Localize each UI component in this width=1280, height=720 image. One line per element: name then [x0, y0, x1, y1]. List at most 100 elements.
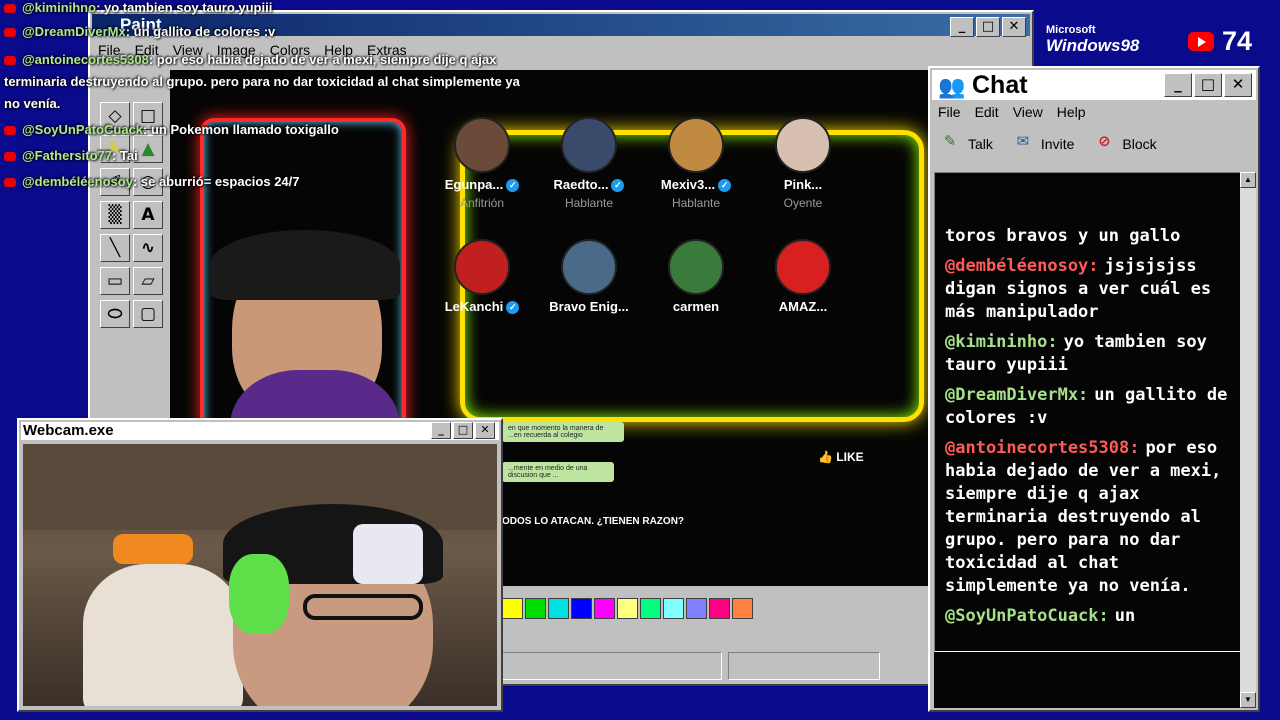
participant-card[interactable]: AMAZ... — [753, 239, 853, 314]
menu-file[interactable]: File — [938, 104, 961, 120]
verified-icon: ✓ — [506, 301, 520, 315]
polygon-icon[interactable]: ▱ — [133, 267, 163, 295]
overlay-username: @antoinecortes5308 — [22, 52, 149, 67]
chat-text: por eso habia dejado de ver a mexi, siem… — [945, 438, 1222, 596]
participant-card[interactable]: Raedto... ✓ Hablante — [539, 117, 639, 210]
menu-help[interactable]: Help — [1057, 104, 1086, 120]
curve-icon[interactable]: ∿ — [133, 234, 163, 262]
chat-toolbar: ✎ Talk ✉ Invite ⊘ Block — [938, 132, 1157, 156]
talk-label: Talk — [968, 136, 993, 152]
chair — [83, 564, 243, 706]
participant-card[interactable]: Egunpa... ✓ Anfitrión — [432, 117, 532, 210]
verified-icon: ✓ — [506, 179, 520, 193]
brand-line2: Windows98 — [1046, 36, 1140, 55]
color-swatch[interactable] — [548, 598, 569, 619]
chat-scrollbar[interactable]: ▲ ▼ — [1240, 172, 1256, 708]
block-icon: ⊘ — [1098, 132, 1111, 150]
close-button[interactable]: ✕ — [475, 422, 495, 439]
chat-message: @SoyUnPatoCuack: un — [945, 605, 1235, 628]
rectangle-icon[interactable]: ▭ — [100, 267, 130, 295]
scroll-up-icon[interactable]: ▲ — [1240, 172, 1256, 188]
line-icon[interactable]: ╲ — [100, 234, 130, 262]
maximize-button[interactable]: □ — [453, 422, 473, 439]
overlay-message: terminaria destruyendo al grupo. pero pa… — [4, 74, 520, 89]
youtube-icon — [1188, 32, 1214, 51]
chat-input[interactable] — [934, 652, 1240, 708]
youtube-icon — [4, 4, 16, 14]
participant-name: AMAZ... — [778, 299, 828, 314]
chat-text: un — [1114, 606, 1136, 626]
video-streamer-headphones — [210, 230, 400, 300]
glasses — [303, 594, 423, 620]
verified-icon: ✓ — [718, 179, 732, 193]
overlay-message: : se aburrió= espacios 24/7 — [132, 174, 300, 189]
youtube-icon — [4, 178, 16, 188]
color-swatch[interactable] — [732, 598, 753, 619]
pencil-icon[interactable]: ▒ — [100, 201, 130, 229]
avatar — [561, 239, 617, 295]
overlay-message: : yo tambien soy tauro yupiii — [96, 0, 273, 15]
color-swatch[interactable] — [594, 598, 615, 619]
color-swatch[interactable] — [617, 598, 638, 619]
like-button[interactable]: 👍 LIKE — [818, 450, 864, 464]
color-swatch[interactable] — [640, 598, 661, 619]
minimize-button[interactable]: _ — [1164, 73, 1192, 97]
menu-edit[interactable]: Edit — [975, 104, 999, 120]
status-panel — [728, 652, 880, 680]
flowers — [113, 534, 193, 564]
text-icon[interactable]: A — [133, 201, 163, 229]
color-swatch[interactable] — [502, 598, 523, 619]
overlay-username: @DreamDiverMx — [22, 24, 126, 39]
participant-card[interactable]: carmen — [646, 239, 746, 314]
overlay-username: @Fathersito77 — [22, 148, 112, 163]
scroll-down-icon[interactable]: ▼ — [1240, 692, 1256, 708]
minimize-button[interactable]: _ — [431, 422, 451, 439]
color-palette — [502, 598, 753, 619]
maximize-button[interactable]: □ — [976, 17, 1000, 37]
webcam-window: Webcam.exe _ □ ✕ — [17, 418, 503, 712]
chat-username: @kimininho: — [945, 332, 1058, 352]
invite-label: Invite — [1040, 136, 1075, 152]
participant-role: Oyente — [783, 196, 823, 210]
participant-card[interactable]: LeKanchi ✓ — [432, 239, 532, 315]
video-chat-bubble: ...mente en medio de una discusion que .… — [502, 462, 614, 482]
windows98-logo: Microsoft Windows98 — [1046, 22, 1139, 54]
close-button[interactable]: ✕ — [1224, 73, 1252, 97]
avatar — [775, 117, 831, 173]
minimize-button[interactable]: _ — [950, 17, 974, 37]
block-button[interactable]: ⊘ Block — [1092, 132, 1157, 156]
talk-button[interactable]: ✎ Talk — [938, 132, 993, 156]
webcam-titlebar[interactable]: Webcam.exe _ □ ✕ — [21, 422, 499, 440]
video-caption: ODOS LO ATACAN. ¿TIENEN RAZON? — [502, 516, 685, 527]
participant-card[interactable]: Pink... Oyente — [753, 117, 853, 210]
like-label: LIKE — [836, 450, 864, 464]
chat-title: Chat — [972, 71, 1028, 99]
color-swatch[interactable] — [709, 598, 730, 619]
participant-name: Mexiv3... — [660, 177, 716, 192]
chat-titlebar[interactable]: 👥 Chat _ □ ✕ — [932, 70, 1256, 100]
maximize-button[interactable]: □ — [1194, 73, 1222, 97]
color-swatch[interactable] — [571, 598, 592, 619]
overlay-message: : un gallito de colores :v — [125, 24, 276, 39]
chat-message: @antoinecortes5308: por eso habia dejado … — [945, 437, 1235, 598]
chat-username: @antoinecortes5308: — [945, 438, 1140, 458]
overlay-chat-line: @kiminihno: yo tambien soy tauro yupiii — [4, 0, 272, 15]
youtube-icon — [4, 152, 16, 162]
ellipse-icon[interactable]: ⬭ — [100, 300, 130, 328]
youtube-icon — [4, 28, 16, 38]
menu-view[interactable]: View — [1013, 104, 1043, 120]
thumbs-up-icon: 👍 — [818, 450, 833, 464]
close-button[interactable]: ✕ — [1002, 17, 1026, 37]
color-swatch[interactable] — [686, 598, 707, 619]
invite-button[interactable]: ✉ Invite — [1011, 132, 1075, 156]
overlay-chat-line: @Fathersito77: Tai — [4, 148, 138, 163]
rounded-rectangle-icon[interactable]: ▢ — [133, 300, 163, 328]
invite-icon: ✉ — [1016, 132, 1030, 150]
participant-card[interactable]: Bravo Enig... — [539, 239, 639, 314]
chat-message-area[interactable]: toros bravos y un gallo @dembéléenosoy: js… — [934, 172, 1242, 652]
participant-name: Egunpa... — [444, 177, 504, 192]
participant-card[interactable]: Mexiv3... ✓ Hablante — [646, 117, 746, 210]
avatar — [454, 117, 510, 173]
color-swatch[interactable] — [663, 598, 684, 619]
color-swatch[interactable] — [525, 598, 546, 619]
